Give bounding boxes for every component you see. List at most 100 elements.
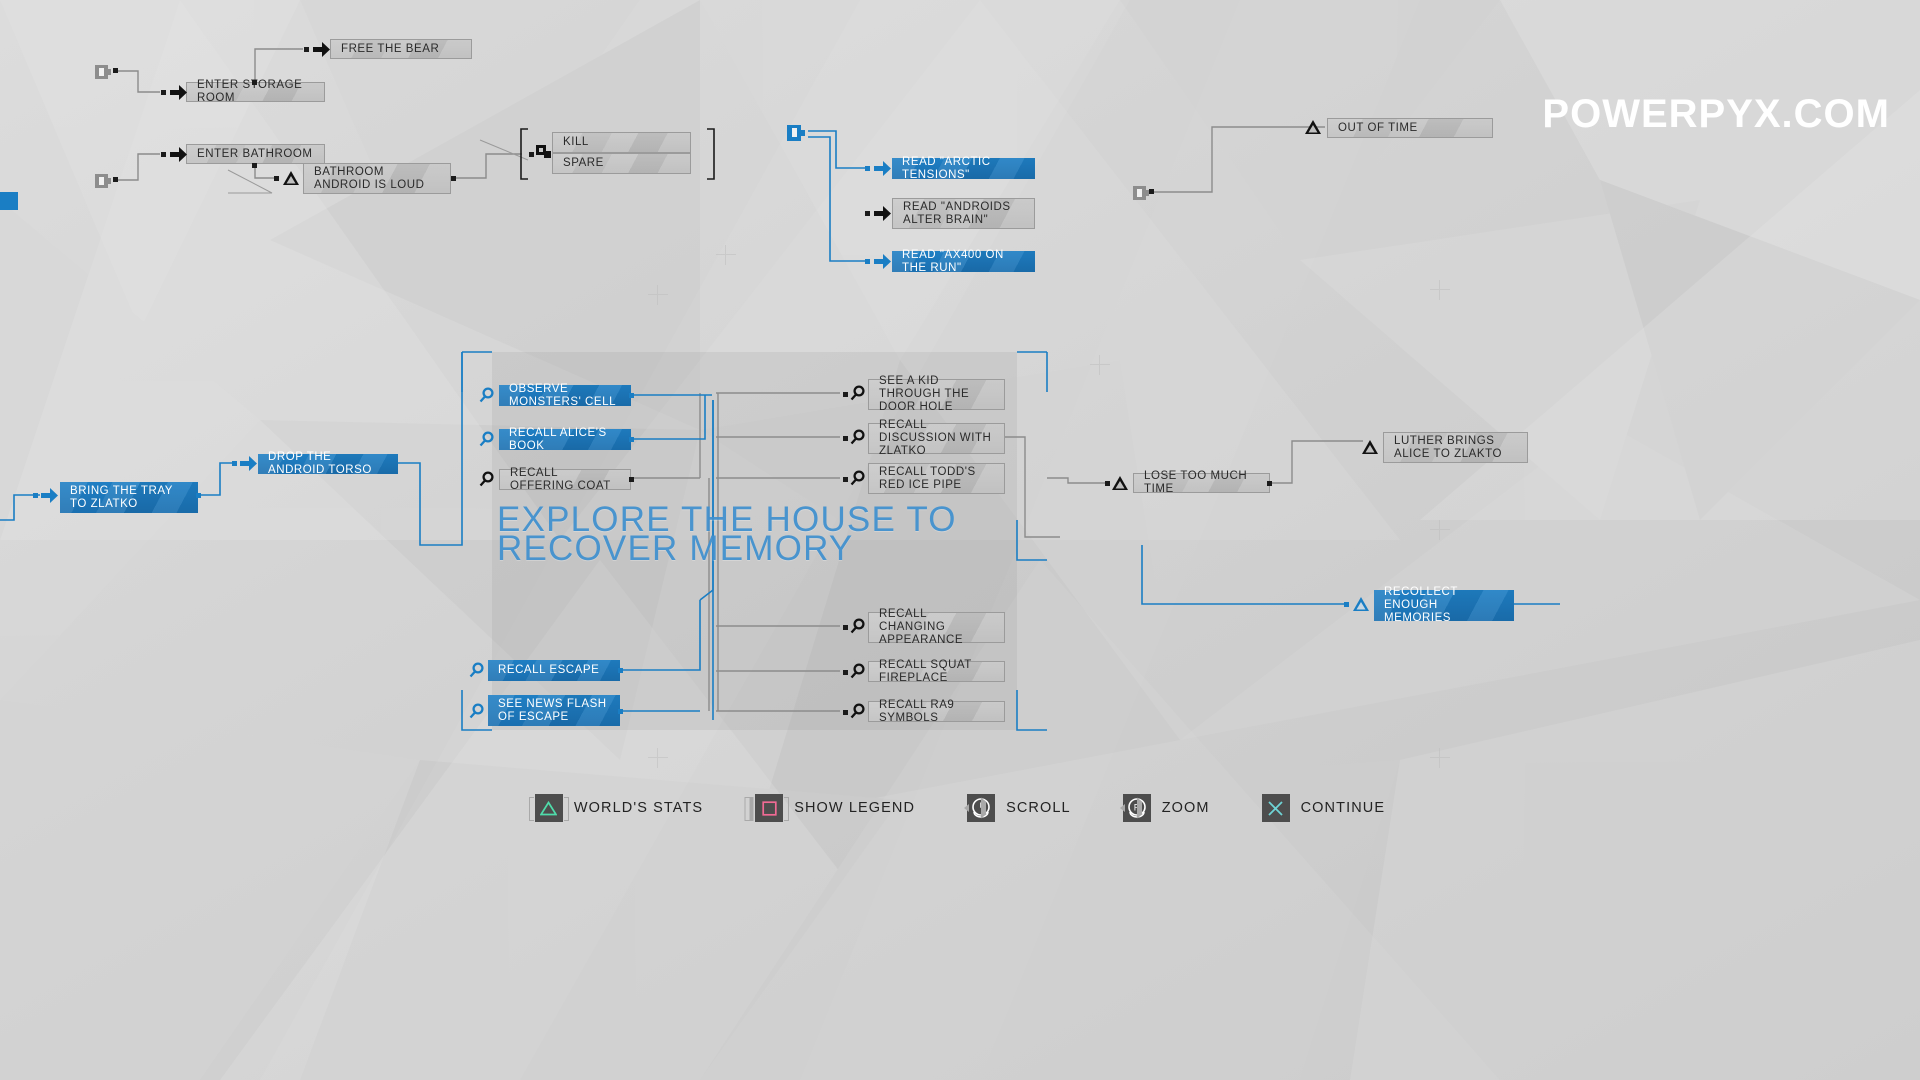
wire-dot <box>252 163 257 168</box>
node-observe-monsters-cell[interactable]: OBSERVE MONSTERS' CELL <box>499 382 631 408</box>
node-read-arctic-tensions[interactable]: READ "ARCTIC TENSIONS" <box>892 155 1035 181</box>
node-recall-alices-book[interactable]: RECALL ALICE'S BOOK <box>499 426 631 452</box>
node-see-news-flash-of-escape[interactable]: SEE NEWS FLASH OF ESCAPE <box>488 695 620 726</box>
action-arrow-icon-blue <box>240 456 257 471</box>
outcome-triangle-icon-blue <box>1353 597 1369 611</box>
node-label: RECALL DISCUSSION WITH ZLATKO <box>879 419 992 457</box>
action-arrow-icon <box>313 42 330 57</box>
node-enter-bathroom[interactable]: ENTER BATHROOM <box>186 144 325 164</box>
wire-dot <box>618 709 623 714</box>
node-spare[interactable]: SPARE <box>552 153 691 174</box>
memory-magnifier-icon-blue <box>479 431 495 447</box>
node-recall-discussion-with-zlatko[interactable]: RECALL DISCUSSION WITH ZLATKO <box>868 419 1005 457</box>
wire-dot <box>865 166 870 171</box>
control-label: SHOW LEGEND <box>794 800 916 816</box>
node-recall-ra9-symbols[interactable]: RECALL RA9 SYMBOLS <box>868 698 1005 724</box>
left-stick-icon[interactable] <box>967 794 996 822</box>
chapter-entry-icon <box>94 63 112 81</box>
node-label: KILL <box>563 136 589 148</box>
node-bring-the-tray-to-zlatko[interactable]: BRING THE TRAY TO ZLATKO <box>60 482 198 513</box>
wire-dot <box>304 47 309 52</box>
wire-dot <box>629 477 634 482</box>
memory-magnifier-icon <box>850 385 866 401</box>
wire-dot <box>252 80 257 85</box>
chapter-entry-icon <box>1132 184 1150 202</box>
node-label: OUT OF TIME <box>1338 121 1418 134</box>
memory-magnifier-icon-blue <box>469 703 485 719</box>
memory-magnifier-icon <box>850 618 866 634</box>
node-recall-squat-fireplace[interactable]: RECALL SQUAT FIREPLACE <box>868 659 1005 684</box>
node-recall-offering-coat[interactable]: RECALL OFFERING COAT <box>499 467 631 492</box>
memory-magnifier-icon <box>850 663 866 679</box>
node-recall-changing-appearance[interactable]: RECALL CHANGING APPEARANCE <box>868 608 1005 646</box>
node-bathroom-android-is-loud[interactable]: BATHROOM ANDROID IS LOUD <box>303 163 451 194</box>
wire-dot <box>451 176 456 181</box>
wire-dot <box>1105 481 1110 486</box>
wire-dot <box>113 177 118 182</box>
chapter-entry-icon-blue <box>786 123 806 143</box>
node-label: LOSE TOO MUCH TIME <box>1144 470 1248 495</box>
wire-dot <box>113 68 118 73</box>
memory-magnifier-icon-blue <box>469 662 485 678</box>
node-see-a-kid-through-the-door-hole[interactable]: SEE A KID THROUGH THE DOOR HOLE <box>868 375 1005 413</box>
node-label: ENTER BATHROOM <box>197 147 313 160</box>
node-label: OBSERVE MONSTERS' CELL <box>509 382 617 408</box>
node-read-ax400-on-the-run[interactable]: READ "AX400 ON THE RUN" <box>892 249 1035 274</box>
wire-dot <box>196 493 201 498</box>
node-drop-the-android-torso[interactable]: DROP THE ANDROID TORSO <box>258 451 398 476</box>
wire-dot <box>1344 602 1349 607</box>
wire-dot <box>629 437 634 442</box>
svg-text:R: R <box>1133 803 1140 813</box>
wire-dot <box>843 625 848 630</box>
node-label: SEE NEWS FLASH OF ESCAPE <box>498 697 607 723</box>
wire-dot <box>1149 189 1154 194</box>
action-arrow-icon-blue <box>874 254 891 269</box>
square-button-icon[interactable] <box>755 794 790 822</box>
cross-button-icon[interactable] <box>1261 794 1290 822</box>
node-recall-escape[interactable]: RECALL ESCAPE <box>488 660 620 681</box>
node-label: RECALL RA9 SYMBOLS <box>879 698 955 724</box>
node-recollect-enough-memories[interactable]: RECOLLECT ENOUGH MEMORIES <box>1374 586 1514 624</box>
node-label: SEE A KID THROUGH THE DOOR HOLE <box>879 375 970 413</box>
node-lose-too-much-time[interactable]: LOSE TOO MUCH TIME <box>1133 470 1270 495</box>
right-stick-icon[interactable]: R <box>1122 794 1151 822</box>
node-label: FREE THE BEAR <box>341 42 440 55</box>
node-label: RECALL CHANGING APPEARANCE <box>879 608 964 646</box>
wire-dot <box>232 461 237 466</box>
wire-dot <box>161 90 166 95</box>
wire-dot <box>843 670 848 675</box>
control-continue[interactable]: CONTINUE <box>1261 794 1386 822</box>
node-label: DROP THE ANDROID TORSO <box>268 451 372 476</box>
outcome-triangle-icon <box>1112 476 1128 490</box>
control-show-legend[interactable]: SHOW LEGEND <box>755 794 915 822</box>
node-label: BRING THE TRAY TO ZLATKO <box>70 484 173 510</box>
action-arrow-icon <box>874 206 891 221</box>
node-recall-todds-red-ice-pipe[interactable]: RECALL TODD'S RED ICE PIPE <box>868 463 1005 494</box>
node-out-of-time[interactable]: OUT OF TIME <box>1327 118 1493 138</box>
node-read-androids-alter-brain[interactable]: READ "ANDROIDS ALTER BRAIN" <box>892 198 1035 229</box>
node-label: RECALL TODD'S RED ICE PIPE <box>879 465 976 491</box>
wire-dot <box>843 436 848 441</box>
node-label: LUTHER BRINGS ALICE TO ZLAKTO <box>1394 434 1502 460</box>
control-zoom[interactable]: R ZOOM <box>1122 794 1210 822</box>
wire-dot <box>618 668 623 673</box>
action-arrow-icon <box>170 85 187 100</box>
triangle-button-icon[interactable] <box>528 794 569 822</box>
node-label: RECALL ALICE'S BOOK <box>509 426 607 452</box>
memory-magnifier-icon-blue <box>479 387 495 403</box>
outcome-triangle-icon <box>283 171 299 185</box>
node-luther-brings-alice-to-zlatko[interactable]: LUTHER BRINGS ALICE TO ZLAKTO <box>1383 432 1528 463</box>
node-label: READ "ANDROIDS ALTER BRAIN" <box>903 200 1011 226</box>
control-scroll[interactable]: SCROLL <box>967 794 1071 822</box>
section-title: EXPLORE THE HOUSE TO RECOVER MEMORY <box>497 500 957 568</box>
control-bar: WORLD'S STATS SHOW LEGEND SCROLL R ZOOM <box>0 786 1920 830</box>
action-arrow-icon <box>170 147 187 162</box>
node-enter-storage-room[interactable]: ENTER STORAGE ROOM <box>186 79 325 104</box>
node-free-the-bear[interactable]: FREE THE BEAR <box>330 39 472 59</box>
choice-flag-icon <box>536 145 551 160</box>
control-label: WORLD'S STATS <box>573 800 704 816</box>
node-label: READ "ARCTIC TENSIONS" <box>902 155 991 181</box>
node-kill[interactable]: KILL <box>552 132 691 153</box>
control-worlds-stats[interactable]: WORLD'S STATS <box>528 794 704 822</box>
memory-magnifier-icon <box>479 471 495 487</box>
